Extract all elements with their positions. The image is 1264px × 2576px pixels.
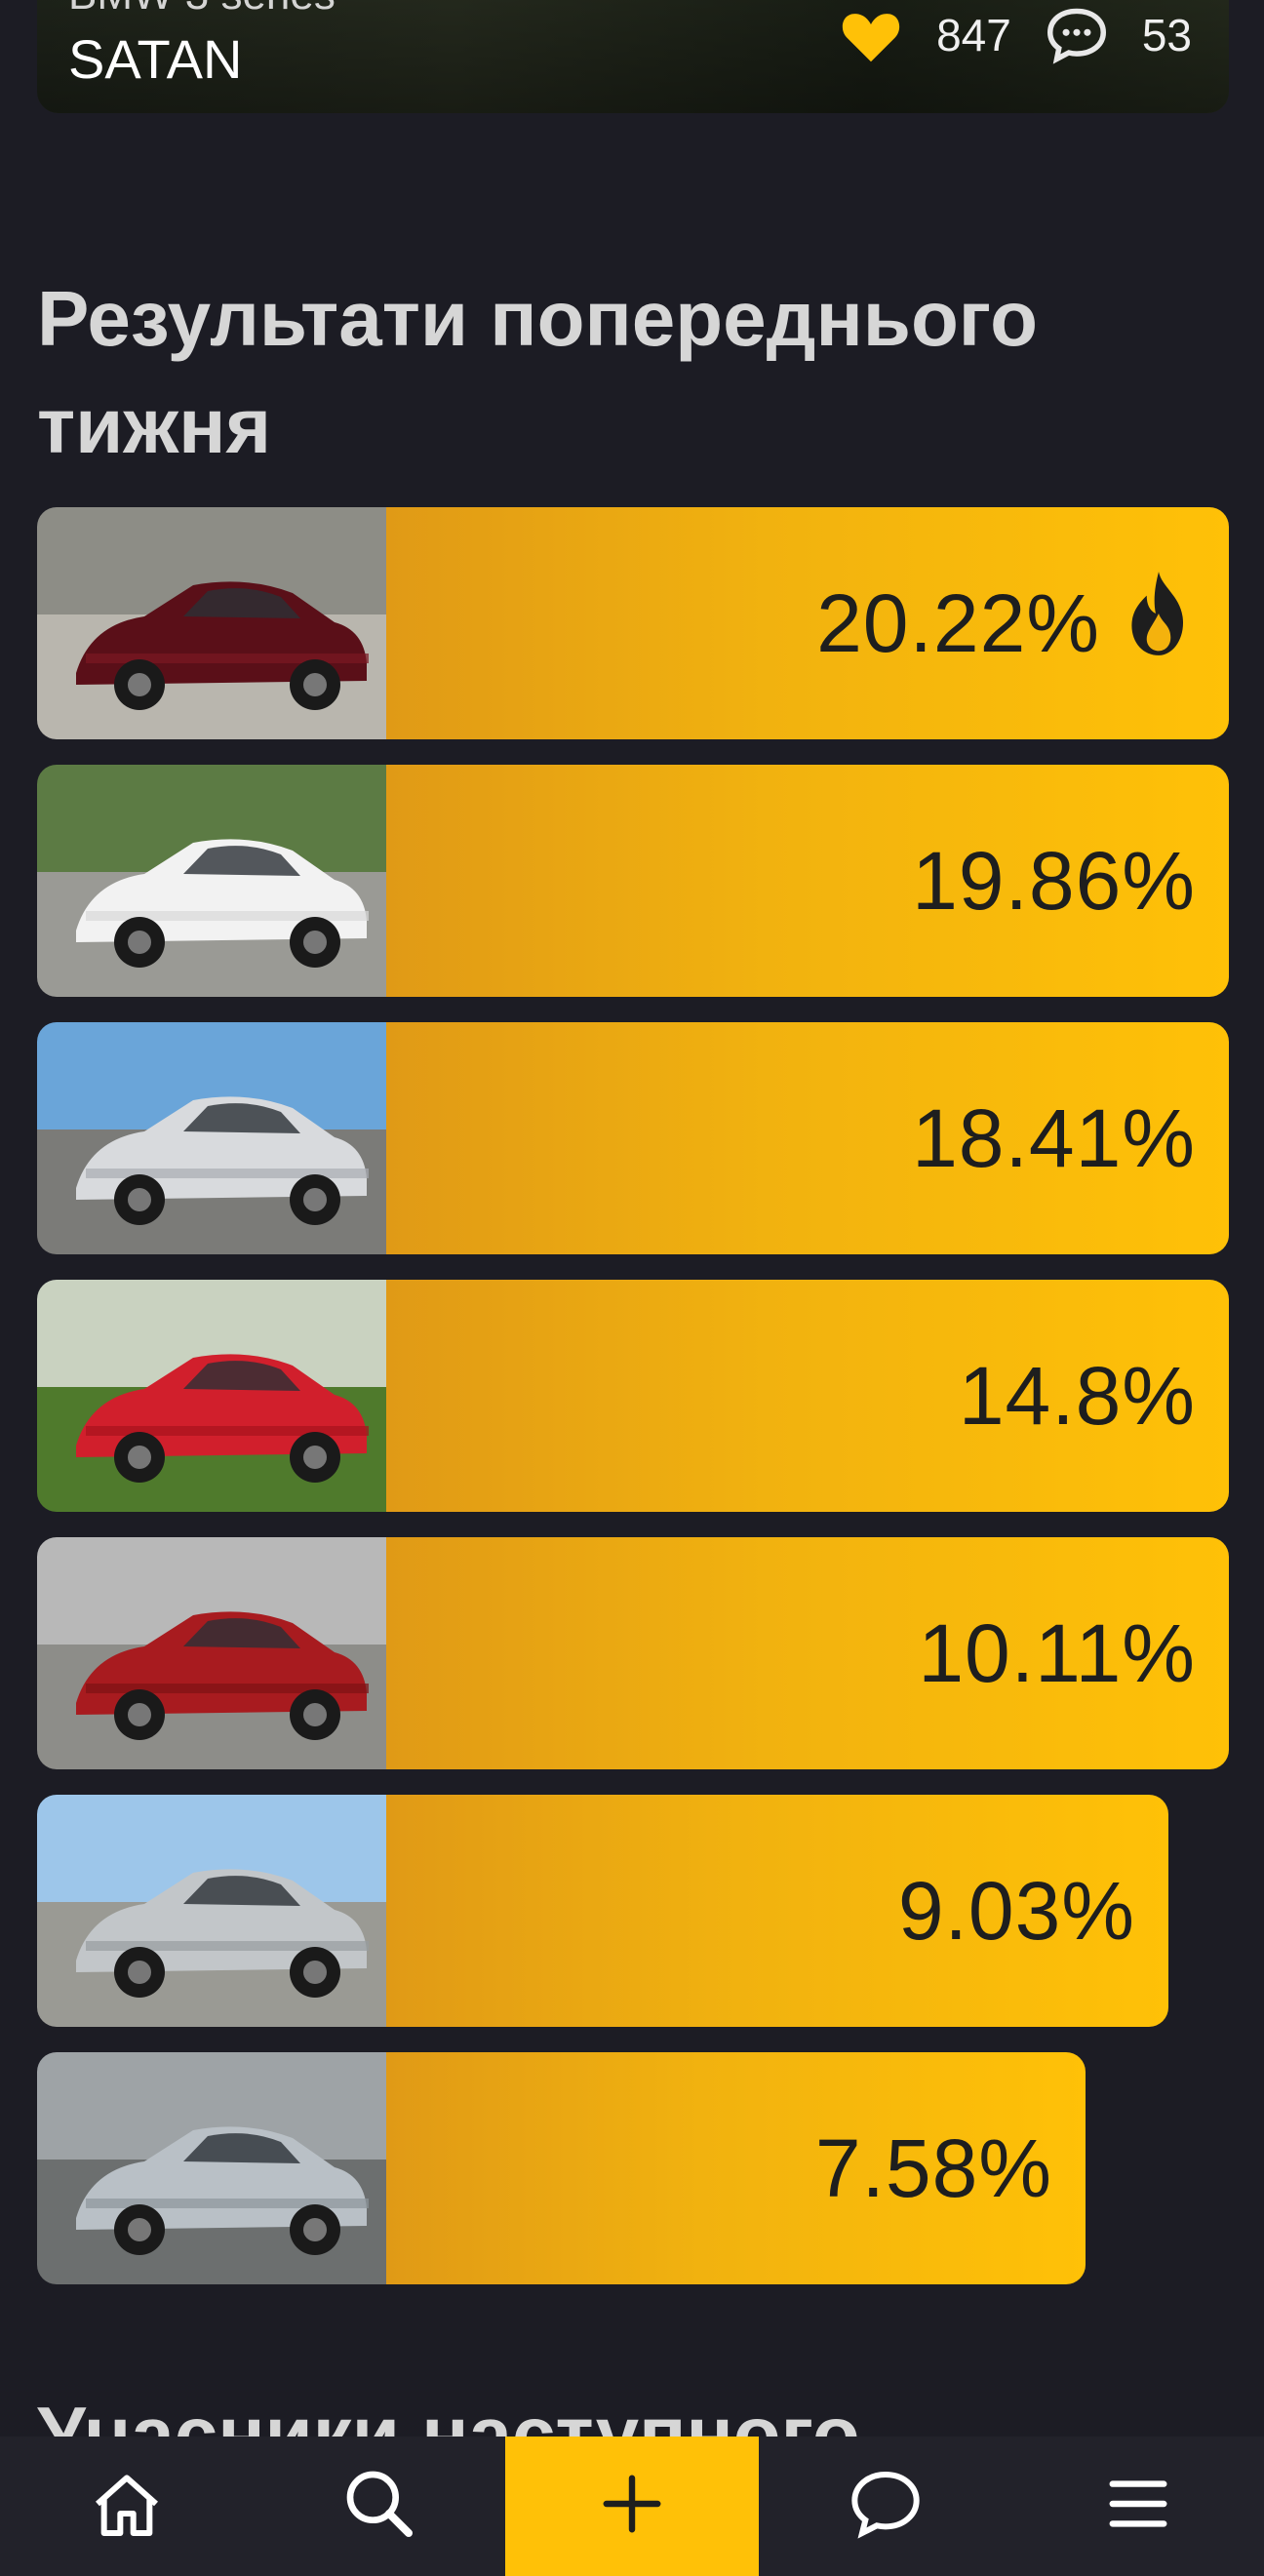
- percentage-text: 9.03%: [897, 1864, 1135, 1957]
- card-car-model: BMW 3 series: [68, 0, 336, 20]
- percentage-text: 18.41%: [912, 1091, 1196, 1184]
- fire-icon: [1122, 569, 1196, 678]
- result-row[interactable]: 18.41%: [37, 1022, 1229, 1254]
- comment-icon[interactable]: [1045, 6, 1109, 64]
- nav-add-button[interactable]: [505, 2437, 759, 2576]
- percentage-text: 20.22%: [816, 576, 1100, 669]
- vote-percentage: 18.41%: [912, 1022, 1196, 1254]
- home-icon: [88, 2468, 166, 2545]
- likes-count: 847: [936, 10, 1011, 60]
- car-thumbnail: [37, 507, 386, 739]
- vote-percentage: 20.22%: [816, 507, 1196, 739]
- nav-menu-button[interactable]: [1011, 2437, 1264, 2576]
- result-row[interactable]: 9.03%: [37, 1795, 1168, 2027]
- percentage-bar: 14.8%: [386, 1280, 1229, 1512]
- card-stats: 847 53: [839, 6, 1192, 64]
- result-row[interactable]: 20.22%: [37, 507, 1229, 739]
- percentage-bar: 10.11%: [386, 1537, 1229, 1769]
- card-owner-name: SATAN: [68, 28, 243, 90]
- nav-messages-button[interactable]: [759, 2437, 1011, 2576]
- car-thumbnail: [37, 2052, 386, 2284]
- top-car-card[interactable]: BMW 3 series SATAN 847 53: [37, 0, 1229, 113]
- percentage-bar: 9.03%: [386, 1795, 1168, 2027]
- car-thumbnail: [37, 765, 386, 997]
- nav-home-button[interactable]: [0, 2437, 253, 2576]
- result-row[interactable]: 10.11%: [37, 1537, 1229, 1769]
- vote-percentage: 19.86%: [912, 765, 1196, 997]
- vote-percentage: 9.03%: [898, 1795, 1135, 2027]
- percentage-bar: 19.86%: [386, 765, 1229, 997]
- percentage-text: 7.58%: [814, 2121, 1052, 2214]
- percentage-bar: 20.22%: [386, 507, 1229, 739]
- section-title: Результати попереднього тижня: [37, 275, 1038, 469]
- car-thumbnail: [37, 1280, 386, 1512]
- menu-icon: [1104, 2475, 1172, 2538]
- car-thumbnail: [37, 1537, 386, 1769]
- plus-icon: [598, 2470, 666, 2543]
- car-thumbnail: [37, 1795, 386, 2027]
- result-row[interactable]: 19.86%: [37, 765, 1229, 997]
- vote-percentage: 7.58%: [815, 2052, 1052, 2284]
- chat-icon: [845, 2465, 927, 2548]
- search-icon: [340, 2465, 418, 2548]
- bottom-navigation: [0, 2437, 1264, 2576]
- nav-search-button[interactable]: [253, 2437, 505, 2576]
- percentage-bar: 7.58%: [386, 2052, 1086, 2284]
- result-row[interactable]: 14.8%: [37, 1280, 1229, 1512]
- vote-percentage: 14.8%: [959, 1280, 1196, 1512]
- vote-percentage: 10.11%: [918, 1537, 1196, 1769]
- percentage-text: 10.11%: [918, 1606, 1196, 1699]
- percentage-text: 19.86%: [912, 834, 1196, 927]
- car-thumbnail: [37, 1022, 386, 1254]
- percentage-text: 14.8%: [958, 1349, 1196, 1442]
- comments-count: 53: [1141, 10, 1192, 60]
- percentage-bar: 18.41%: [386, 1022, 1229, 1254]
- result-row[interactable]: 7.58%: [37, 2052, 1086, 2284]
- heart-icon[interactable]: [839, 6, 903, 64]
